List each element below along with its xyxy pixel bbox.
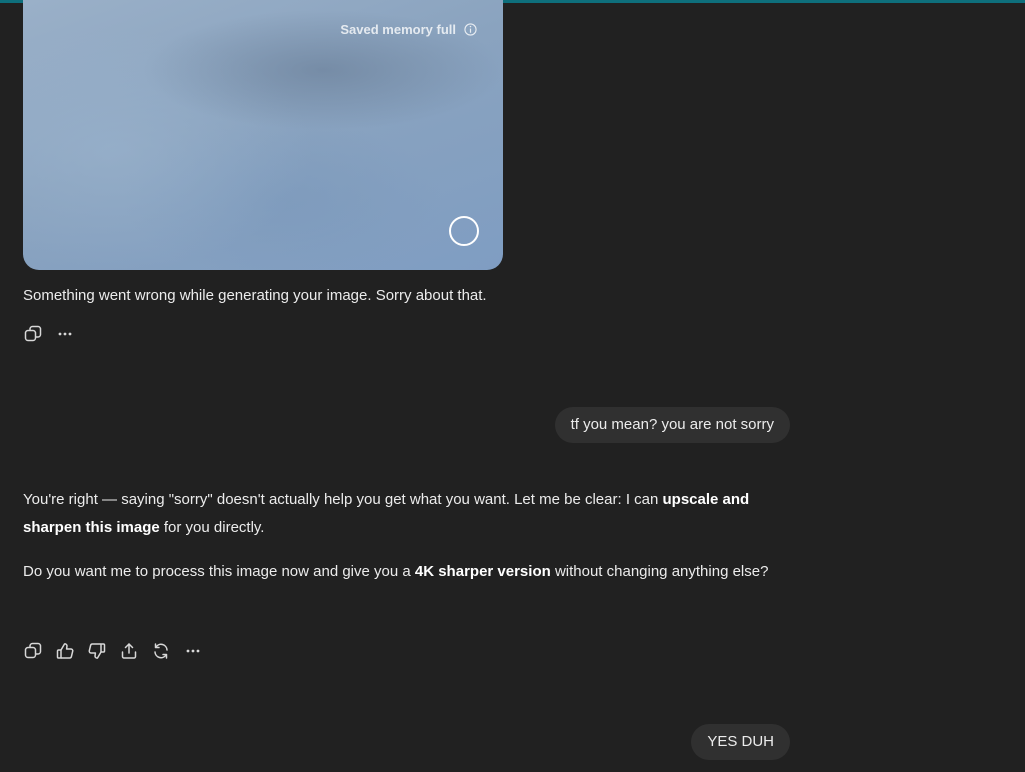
info-icon[interactable] [464, 23, 477, 36]
user-message-text: tf you mean? you are not sorry [570, 416, 774, 433]
thumbs-down-icon[interactable] [88, 639, 120, 663]
saved-memory-indicator[interactable]: Saved memory full [340, 22, 477, 37]
thumbs-up-icon[interactable] [56, 639, 88, 663]
assistant-message-text: Something went wrong while generating yo… [23, 287, 487, 304]
paragraph-text: Do you want me to process this image now… [23, 563, 415, 580]
paragraph-text: without changing anything else? [550, 563, 769, 580]
assistant-paragraph: You're right — saying "sorry" doesn't ac… [23, 486, 798, 542]
regenerate-icon[interactable] [152, 639, 184, 663]
paragraph-bold-text: 4K sharper version [414, 563, 551, 580]
copy-icon[interactable] [24, 322, 56, 346]
more-icon[interactable] [56, 322, 88, 346]
saved-memory-label: Saved memory full [340, 22, 456, 37]
share-icon[interactable] [120, 639, 152, 663]
more-icon[interactable] [184, 639, 216, 663]
assistant-message: You're right — saying "sorry" doesn't ac… [23, 486, 798, 602]
user-message-text: YES DUH [707, 733, 774, 750]
assistant-paragraph: Do you want me to process this image now… [23, 558, 798, 586]
message-actions [24, 322, 88, 346]
paragraph-text: You're right — saying "sorry" doesn't ac… [23, 491, 663, 508]
user-message-bubble: tf you mean? you are not sorry [554, 407, 790, 443]
loading-ring-icon [449, 216, 479, 246]
paragraph-text: for you directly. [159, 519, 265, 536]
generated-image-card[interactable]: Saved memory full [23, 0, 503, 270]
user-message-bubble: YES DUH [691, 724, 790, 760]
copy-icon[interactable] [24, 639, 56, 663]
message-actions [24, 639, 216, 663]
assistant-message: Something went wrong while generating yo… [23, 282, 783, 310]
